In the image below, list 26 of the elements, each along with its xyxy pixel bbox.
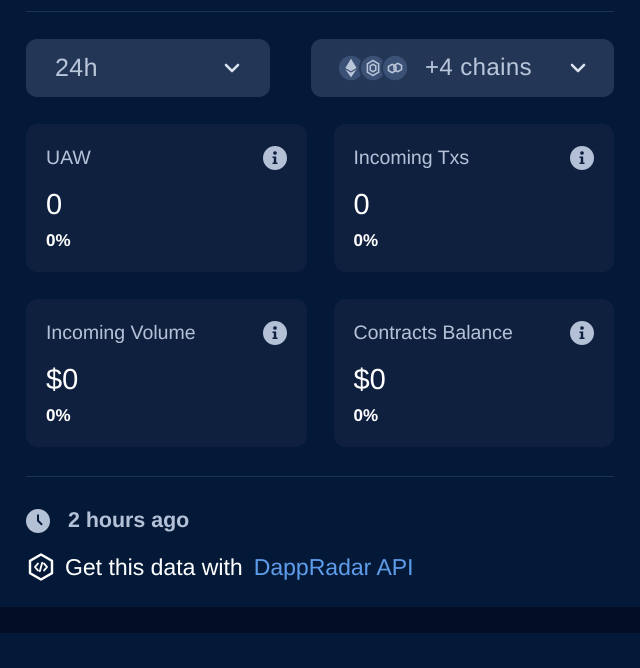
stat-value: $0: [46, 364, 78, 396]
stat-value: $0: [354, 364, 386, 396]
stat-change: 0%: [46, 406, 71, 426]
info-icon[interactable]: [262, 321, 286, 345]
updated-time: 2 hours ago: [68, 508, 190, 533]
stat-title: UAW: [46, 146, 91, 170]
info-icon[interactable]: [262, 146, 286, 170]
code-hexagon-icon: [28, 553, 54, 581]
stat-title: Contracts Balance: [354, 322, 513, 344]
stat-title: Incoming Volume: [46, 322, 196, 344]
period-dropdown[interactable]: 24h: [26, 39, 270, 97]
chains-dropdown[interactable]: +4 chains: [311, 39, 614, 97]
clock-icon: [26, 508, 50, 532]
chevron-down-icon: [224, 63, 240, 73]
info-icon[interactable]: [570, 146, 594, 170]
stat-change: 0%: [354, 406, 378, 426]
stat-title: Incoming Txs: [354, 146, 470, 170]
stat-value: 0: [354, 189, 370, 221]
stat-change: 0%: [354, 231, 378, 251]
stat-change: 0%: [46, 231, 71, 251]
chevron-down-icon: [570, 63, 586, 73]
api-link[interactable]: DappRadar API: [254, 554, 414, 580]
info-icon[interactable]: [570, 321, 594, 345]
api-note: Get this data with: [65, 554, 243, 580]
chain-link-icon: [381, 54, 409, 82]
stat-value: 0: [46, 189, 62, 221]
